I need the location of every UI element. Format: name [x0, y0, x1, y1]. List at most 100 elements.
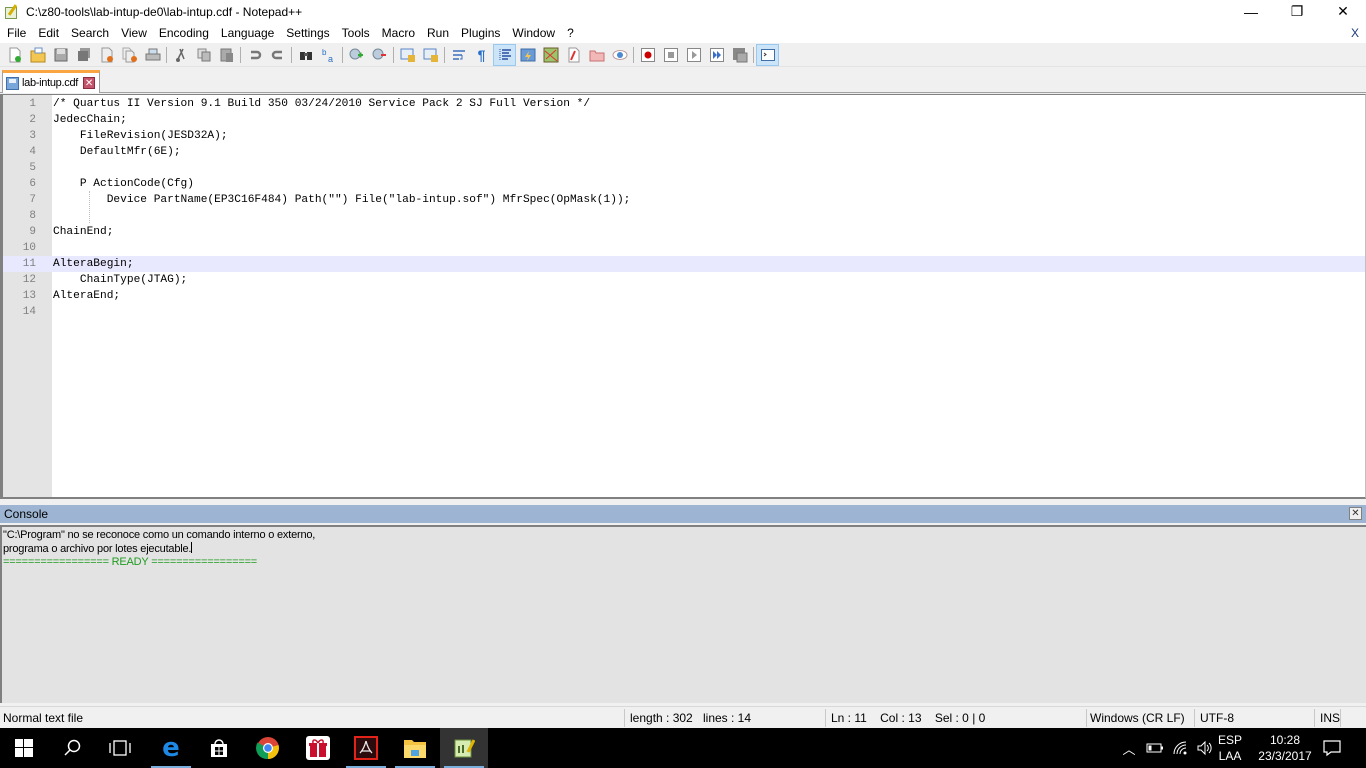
close-document-button[interactable]: X	[1351, 23, 1359, 43]
copy-button[interactable]	[192, 44, 215, 66]
menu-plugins[interactable]: Plugins	[455, 23, 506, 43]
status-encoding: UTF-8	[1200, 711, 1234, 725]
editor-line[interactable]: 13 AlteraEnd;	[3, 288, 1365, 304]
monitoring-icon	[612, 49, 627, 60]
editor-line[interactable]: 4 DefaultMfr(6E);	[3, 144, 1365, 160]
status-divider	[1340, 709, 1341, 727]
menu-tools[interactable]: Tools	[336, 23, 376, 43]
folder-as-workspace-button[interactable]	[585, 44, 608, 66]
cut-button[interactable]	[169, 44, 192, 66]
menu-search[interactable]: Search	[65, 23, 115, 43]
notepadpp-app-icon[interactable]	[4, 3, 20, 20]
edge-button[interactable]: e	[147, 728, 195, 768]
user-language-button[interactable]	[516, 44, 539, 66]
zoom-out-button[interactable]	[368, 44, 391, 66]
taskbar: e ︿ ESP LAA 10:28 23/3/2017	[0, 728, 1366, 768]
editor-line[interactable]: 9 ChainEnd;	[3, 224, 1365, 240]
clock[interactable]: 10:28 23/3/2017	[1252, 728, 1318, 768]
menu-language[interactable]: Language	[215, 23, 280, 43]
menu-settings[interactable]: Settings	[280, 23, 335, 43]
open-file-button[interactable]	[26, 44, 49, 66]
word-wrap-button[interactable]	[447, 44, 470, 66]
action-center-button[interactable]	[1322, 728, 1342, 768]
close-window-button[interactable]: ✕	[1320, 0, 1366, 23]
acrobat-button[interactable]	[342, 728, 390, 768]
editor-line[interactable]: 10	[3, 240, 1365, 256]
menu-run[interactable]: Run	[421, 23, 455, 43]
editor-line-current[interactable]: 11 AlteraBegin;	[3, 256, 1365, 272]
console-button[interactable]	[756, 43, 779, 66]
tab-close-icon[interactable]: ✕	[83, 77, 96, 89]
record-macro-button[interactable]	[636, 44, 659, 66]
menu-macro[interactable]: Macro	[376, 23, 421, 43]
undo-button[interactable]	[243, 44, 266, 66]
function-list-button[interactable]	[562, 44, 585, 66]
console-close-button[interactable]: ✕	[1349, 507, 1362, 520]
menu-encoding[interactable]: Encoding	[153, 23, 215, 43]
show-all-chars-button[interactable]: ¶	[470, 44, 493, 66]
file-explorer-button[interactable]	[391, 728, 439, 768]
menu-edit[interactable]: Edit	[32, 23, 65, 43]
menu-window[interactable]: Window	[506, 23, 561, 43]
save-button[interactable]	[49, 44, 72, 66]
sync-horizontal-button[interactable]	[419, 44, 442, 66]
find-button[interactable]	[294, 44, 317, 66]
line-code: FileRevision(JESD32A);	[53, 130, 228, 142]
show-all-chars-icon: ¶	[477, 46, 486, 63]
gift-app-button[interactable]	[294, 728, 342, 768]
restore-button[interactable]: ❐	[1274, 0, 1320, 23]
close-all-button[interactable]	[118, 44, 141, 66]
volume-icon[interactable]	[1196, 740, 1214, 756]
line-code: ChainEnd;	[53, 226, 114, 238]
play-macro-button[interactable]	[682, 44, 705, 66]
language-indicator[interactable]: ESP LAA	[1218, 728, 1242, 768]
print-button[interactable]	[141, 44, 164, 66]
console-output[interactable]: "C:\Program" no se reconoce como un coma…	[0, 525, 1366, 703]
save-macro-button[interactable]	[728, 44, 751, 66]
monitoring-button[interactable]	[608, 44, 631, 66]
console-line-text: programa o archivo por lotes ejecutable.	[3, 543, 192, 555]
windows-start-icon	[15, 739, 33, 757]
find-icon	[299, 51, 312, 60]
editor-line[interactable]: 5	[3, 160, 1365, 176]
redo-button[interactable]	[266, 44, 289, 66]
chrome-button[interactable]	[244, 728, 292, 768]
menu-help[interactable]: ?	[561, 23, 580, 43]
editor-line[interactable]: 2 JedecChain;	[3, 112, 1365, 128]
sync-vertical-button[interactable]	[396, 44, 419, 66]
editor-line[interactable]: 12 ChainType(JTAG);	[3, 272, 1365, 288]
console-title: Console	[4, 507, 49, 521]
document-map-button[interactable]	[539, 44, 562, 66]
show-hidden-icons-button[interactable]: ︿	[1120, 739, 1138, 758]
new-file-button[interactable]	[3, 44, 26, 66]
run-macro-multiple-button[interactable]	[705, 44, 728, 66]
save-all-button[interactable]	[72, 44, 95, 66]
editor-line[interactable]: 8	[3, 208, 1365, 224]
task-view-button[interactable]	[96, 728, 144, 768]
menu-view[interactable]: View	[115, 23, 153, 43]
stop-record-button[interactable]	[659, 44, 682, 66]
editor-line[interactable]: 6 P ActionCode(Cfg)	[3, 176, 1365, 192]
indent-guide-button[interactable]	[493, 43, 516, 66]
replace-button[interactable]: ba	[317, 44, 340, 66]
wifi-icon[interactable]	[1172, 740, 1190, 756]
start-button[interactable]	[0, 728, 48, 768]
battery-icon[interactable]	[1146, 742, 1164, 754]
status-insert-mode: INS	[1320, 711, 1341, 725]
editor-line[interactable]: 7 Device PartName(EP3C16F484) Path("") F…	[3, 192, 1365, 208]
paste-button[interactable]	[215, 44, 238, 66]
tab-lab-intup-cdf[interactable]: lab-intup.cdf ✕	[2, 70, 100, 93]
search-button[interactable]	[48, 728, 96, 768]
store-button[interactable]	[195, 728, 243, 768]
zoom-in-button[interactable]	[345, 44, 368, 66]
code-editor[interactable]: 1 /* Quartus II Version 9.1 Build 350 03/…	[0, 94, 1366, 499]
close-button[interactable]	[95, 44, 118, 66]
editor-line[interactable]: 1 /* Quartus II Version 9.1 Build 350 03/…	[3, 96, 1365, 112]
editor-line[interactable]: 3 FileRevision(JESD32A);	[3, 128, 1365, 144]
menu-file[interactable]: File	[0, 23, 32, 43]
notepadpp-taskbar-button[interactable]	[440, 728, 488, 768]
editor-line[interactable]: 14	[3, 304, 1365, 320]
clock-date: 23/3/2017	[1258, 749, 1312, 763]
run-macro-multiple-icon	[709, 47, 724, 62]
minimize-button[interactable]: —	[1228, 0, 1274, 23]
